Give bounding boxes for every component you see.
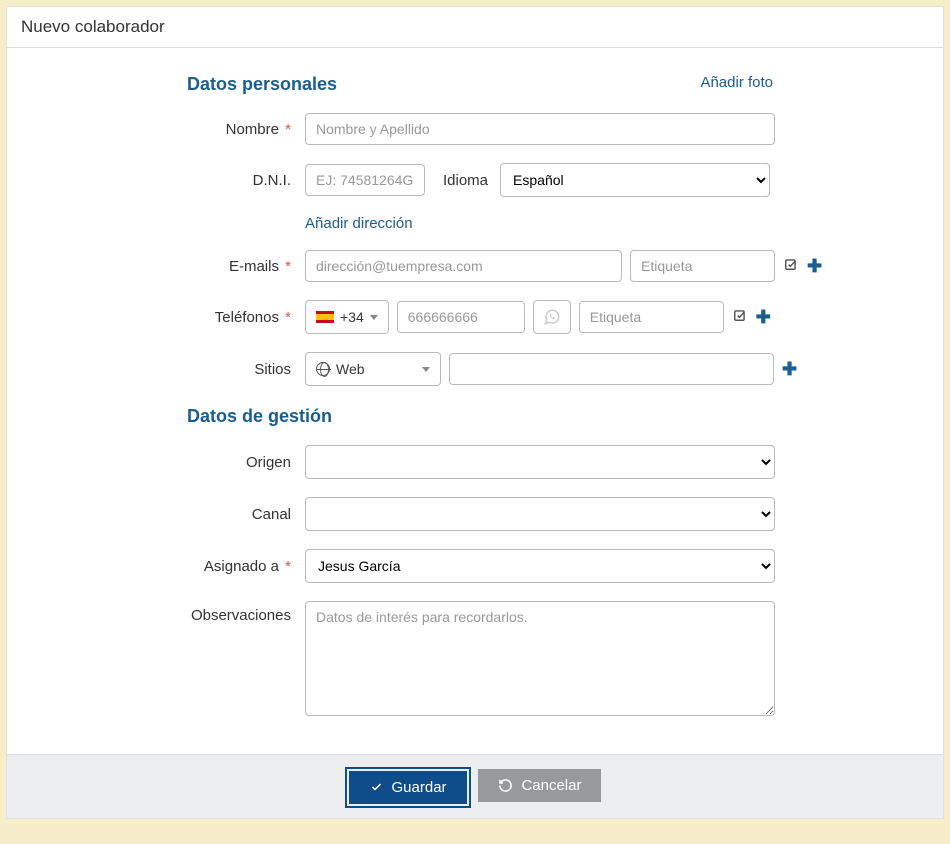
label-dni: D.N.I. — [47, 172, 305, 189]
section-header-management: Datos de gestión — [187, 406, 903, 427]
add-email-icon[interactable]: ✚ — [807, 256, 822, 277]
cancel-button[interactable]: Cancelar — [478, 769, 601, 802]
site-input[interactable] — [449, 353, 774, 385]
add-site-icon[interactable]: ✚ — [782, 359, 797, 380]
dialog-footer: Guardar Cancelar — [7, 754, 943, 818]
observaciones-textarea[interactable] — [305, 601, 775, 716]
label-nombre: Nombre * — [47, 121, 305, 138]
label-observaciones: Observaciones — [47, 601, 305, 624]
row-emails: E-mails * ✚ — [47, 250, 903, 282]
save-button-label: Guardar — [392, 779, 447, 796]
canal-select[interactable] — [305, 497, 775, 531]
undo-icon — [498, 778, 513, 793]
row-origen: Origen — [47, 445, 903, 479]
row-observaciones: Observaciones — [47, 601, 903, 716]
phone-primary-check-icon[interactable] — [732, 307, 748, 327]
row-asignado: Asignado a * Jesus García — [47, 549, 903, 583]
label-idioma: Idioma — [443, 172, 488, 189]
nombre-input[interactable] — [305, 113, 775, 145]
save-button[interactable]: Guardar — [349, 771, 467, 804]
asignado-select[interactable]: Jesus García — [305, 549, 775, 583]
row-canal: Canal — [47, 497, 903, 531]
label-origen: Origen — [47, 454, 305, 471]
dialog-new-collaborator: Nuevo colaborador Añadir foto Datos pers… — [6, 6, 944, 819]
country-code-text: +34 — [340, 309, 364, 325]
label-asignado: Asignado a * — [47, 558, 305, 575]
origen-select[interactable] — [305, 445, 775, 479]
email-tag-input[interactable] — [630, 250, 775, 282]
country-code-dropdown[interactable]: +34 — [305, 300, 389, 334]
required-mark: * — [281, 309, 291, 326]
required-mark: * — [281, 258, 291, 275]
phone-input[interactable] — [397, 301, 525, 333]
flag-spain-icon — [316, 311, 334, 323]
label-telefonos: Teléfonos * — [47, 309, 305, 326]
chevron-down-icon — [370, 315, 378, 320]
row-sitios: Sitios Web ✚ — [47, 352, 903, 386]
row-address: Añadir dirección — [47, 215, 903, 232]
whatsapp-icon — [543, 308, 561, 326]
site-type-dropdown[interactable]: Web — [305, 352, 441, 386]
row-telefonos: Teléfonos * +34 ✚ — [47, 300, 903, 334]
globe-icon — [316, 362, 330, 376]
required-mark: * — [281, 121, 291, 138]
section-header-personal: Datos personales — [187, 74, 903, 95]
row-dni: D.N.I. Idioma Español — [47, 163, 903, 197]
check-icon — [369, 781, 384, 793]
label-emails: E-mails * — [47, 258, 305, 275]
dialog-content: Añadir foto Datos personales Nombre * D.… — [7, 48, 943, 754]
label-canal: Canal — [47, 506, 305, 523]
dialog-title: Nuevo colaborador — [7, 7, 943, 48]
whatsapp-toggle[interactable] — [533, 300, 571, 334]
dni-input[interactable] — [305, 164, 425, 196]
cancel-button-label: Cancelar — [521, 777, 581, 794]
chevron-down-icon — [422, 367, 430, 372]
label-sitios: Sitios — [47, 361, 305, 378]
row-nombre: Nombre * — [47, 113, 903, 145]
add-phone-icon[interactable]: ✚ — [756, 307, 771, 328]
required-mark: * — [281, 558, 291, 575]
site-type-text: Web — [336, 361, 365, 377]
email-primary-check-icon[interactable] — [783, 256, 799, 276]
idioma-select[interactable]: Español — [500, 163, 770, 197]
add-address-link[interactable]: Añadir dirección — [305, 215, 413, 232]
email-input[interactable] — [305, 250, 622, 282]
phone-tag-input[interactable] — [579, 301, 724, 333]
add-photo-link[interactable]: Añadir foto — [700, 74, 773, 91]
